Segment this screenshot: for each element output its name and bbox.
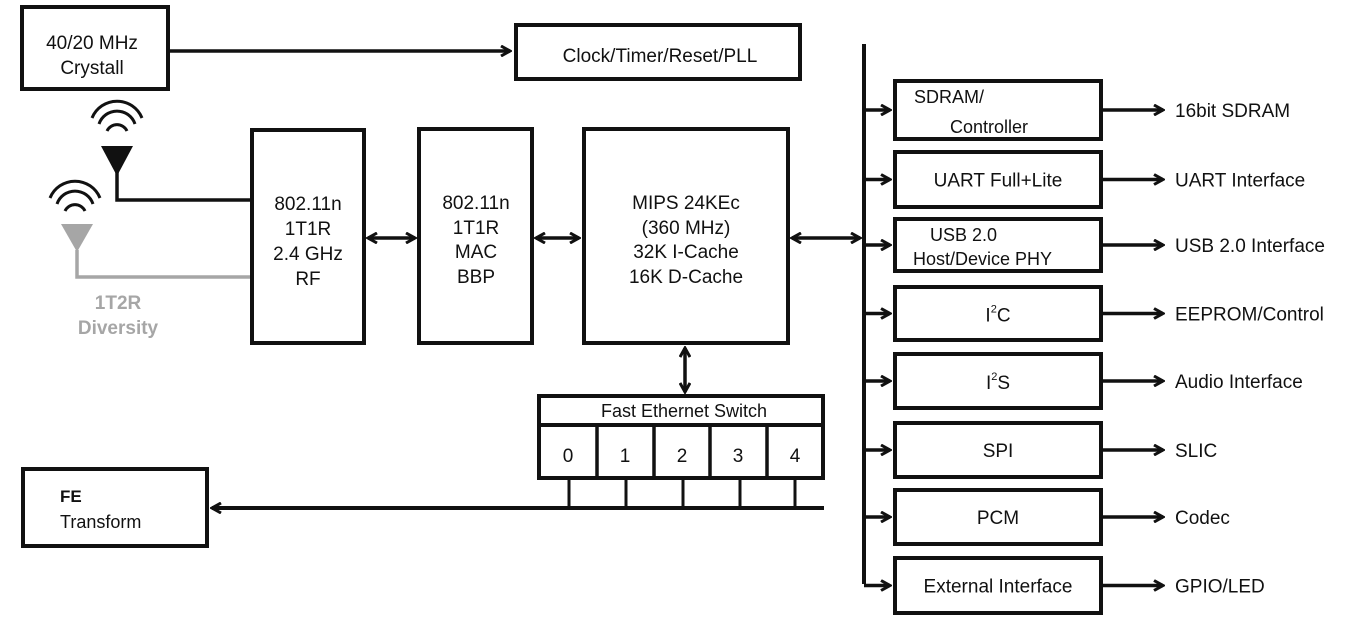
peripheral-output-label: USB 2.0 Interface [1175,236,1325,257]
diversity-line2: Diversity [78,318,159,339]
peripheral-row: I2C EEPROM/Control [864,285,1324,342]
peripheral-block-label: UART Full+Lite [934,171,1063,192]
peripheral-row: USB 2.0 Host/Device PHY USB 2.0 Interface [864,217,1325,273]
peripheral-block-label: USB 2.0 [930,225,997,245]
peripheral-output-label: EEPROM/Control [1175,305,1324,326]
fe-transform-block: FE Transform [21,467,209,548]
switch-port: 2 [677,446,688,467]
peripheral-block-label: I2C [985,304,1010,327]
peripheral-list: SDRAM/Controller 16bit SDRAM UART Full+Lit… [864,79,1325,615]
cpu-line: 16K D-Cache [629,267,743,288]
peripheral-row: I2S Audio Interface [864,352,1303,410]
antenna-main-icon [90,99,250,202]
diversity-line1: 1T2R [95,293,142,314]
crystal-line1: 40/20 MHz [46,33,138,54]
mac-line: BBP [457,267,495,288]
peripheral-output-label: Codec [1175,508,1230,529]
peripheral-block-label: External Interface [924,577,1073,598]
crystal-line2: Crystall [60,58,123,79]
crystal-block: 40/20 MHz Crystall [20,5,170,91]
peripheral-row: PCM Codec [864,488,1230,546]
mac-line: 1T1R [453,218,499,239]
peripheral-row: SPI SLIC [864,421,1217,479]
peripheral-block-label: I2S [986,371,1010,394]
peripheral-output-label: SLIC [1175,441,1217,462]
peripheral-row: SDRAM/Controller 16bit SDRAM [864,79,1290,141]
rf-line: 802.11n [274,194,341,215]
peripheral-row: UART Full+Lite UART Interface [864,150,1305,209]
peripheral-output-label: 16bit SDRAM [1175,101,1290,122]
switch-port: 3 [733,446,744,467]
fe-line1: FE [60,487,82,506]
fe-line2: Transform [60,512,141,532]
clock-label: Clock/Timer/Reset/PLL [563,46,758,67]
cpu-line: (360 MHz) [642,218,731,239]
cpu-line: MIPS 24KEc [632,193,740,214]
cpu-line: 32K I-Cache [633,242,739,263]
peripheral-block-label: Host/Device PHY [913,249,1052,269]
peripheral-block-label: Controller [950,117,1028,137]
switch-port: 4 [790,446,801,467]
switch-title: Fast Ethernet Switch [601,401,767,421]
block-diagram: 40/20 MHz Crystall Clock/Timer/Reset/PLL… [20,5,1325,615]
cpu-block: MIPS 24KEc (360 MHz) 32K I-Cache 16K D-C… [582,127,790,345]
switch-port: 1 [620,446,631,467]
mac-line: 802.11n [442,193,509,214]
rf-line: RF [295,269,320,290]
rf-line: 1T1R [285,219,331,240]
peripheral-output-label: GPIO/LED [1175,577,1265,598]
switch-port: 0 [563,446,574,467]
mac-line: MAC [455,242,497,263]
rf-line: 2.4 GHz [273,244,343,265]
peripheral-row: External Interface GPIO/LED [864,556,1265,615]
clock-block: Clock/Timer/Reset/PLL [514,23,802,81]
peripheral-block-label: PCM [977,508,1019,529]
antenna-diversity-icon [48,179,250,279]
ethernet-switch-block: Fast Ethernet Switch 0 1 2 3 4 [537,394,825,508]
peripheral-block-label: SDRAM/ [914,87,984,107]
peripheral-output-label: Audio Interface [1175,372,1303,393]
mac-block: 802.11n 1T1R MAC BBP [417,127,534,345]
peripheral-output-label: UART Interface [1175,171,1305,192]
rf-block: 802.11n 1T1R 2.4 GHz RF [250,128,366,345]
peripheral-block-label: SPI [983,441,1014,462]
